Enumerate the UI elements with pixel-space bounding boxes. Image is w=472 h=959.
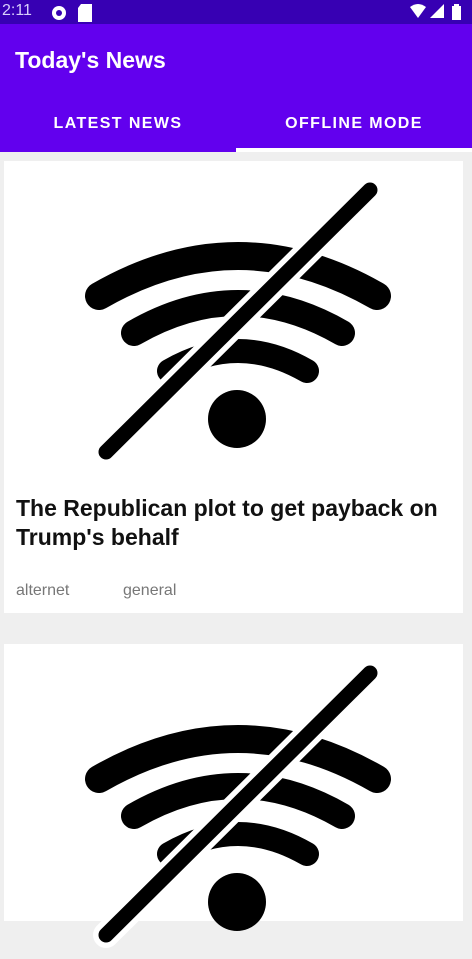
article-card[interactable]: The Republican plot to get payback on Tr… <box>4 161 463 613</box>
article-card[interactable] <box>4 644 463 948</box>
tab-indicator <box>236 148 472 152</box>
status-time: 2:11 <box>2 2 32 19</box>
sd-card-icon <box>78 4 92 22</box>
app-title: Today's News <box>15 47 166 73</box>
article-source: alternet <box>16 582 70 599</box>
app-bar: Today's News LATEST NEWS OFFLINE MODE <box>0 24 472 152</box>
wifi-icon <box>410 4 426 18</box>
article-category: general <box>123 582 177 599</box>
status-bar: 2:11 <box>0 0 472 24</box>
battery-icon <box>452 4 461 20</box>
tab-offline-mode[interactable]: OFFLINE MODE <box>236 104 472 152</box>
sync-icon <box>52 6 66 20</box>
wifi-off-icon <box>85 660 391 948</box>
signal-icon <box>430 4 444 18</box>
wifi-off-icon <box>85 177 391 465</box>
tab-latest-news[interactable]: LATEST NEWS <box>0 104 236 152</box>
article-title: The Republican plot to get payback on Tr… <box>16 495 438 550</box>
